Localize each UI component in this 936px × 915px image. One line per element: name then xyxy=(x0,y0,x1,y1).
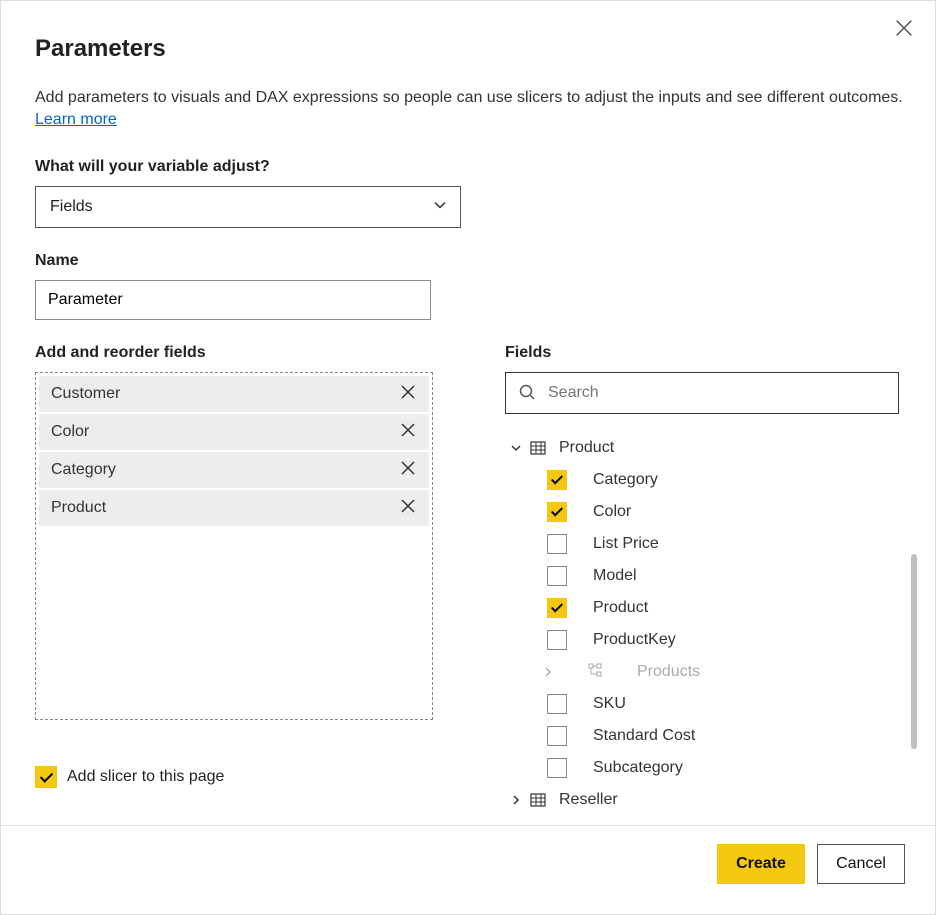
field-pill-label: Category xyxy=(51,461,116,479)
field-pill-label: Product xyxy=(51,499,106,517)
field-checkbox[interactable] xyxy=(547,630,567,650)
field-name: Category xyxy=(593,471,658,489)
adjust-select[interactable]: Fields xyxy=(35,186,461,228)
add-slicer-label: Add slicer to this page xyxy=(67,768,224,786)
table-name: Product xyxy=(559,439,614,457)
table-row[interactable]: Product xyxy=(505,432,899,464)
chevron-down-icon xyxy=(432,197,448,218)
dialog-footer: Create Cancel xyxy=(1,825,935,914)
field-checkbox[interactable] xyxy=(547,534,567,554)
name-input[interactable] xyxy=(35,280,431,320)
field-checkbox[interactable] xyxy=(547,598,567,618)
create-button[interactable]: Create xyxy=(717,844,805,884)
field-name: Model xyxy=(593,567,637,585)
remove-field-icon[interactable] xyxy=(399,421,417,444)
field-checkbox[interactable] xyxy=(547,470,567,490)
learn-more-link[interactable]: Learn more xyxy=(35,111,117,128)
field-name: Color xyxy=(593,503,631,521)
field-name: SKU xyxy=(593,695,626,713)
field-checkbox[interactable] xyxy=(547,694,567,714)
remove-field-icon[interactable] xyxy=(399,459,417,482)
field-checkbox[interactable] xyxy=(547,726,567,746)
field-checkbox[interactable] xyxy=(547,758,567,778)
field-name: Products xyxy=(637,663,700,681)
dialog-title: Parameters xyxy=(35,35,903,63)
fields-tree: Product Category Color List Price Model Produ… xyxy=(505,432,899,816)
field-name: List Price xyxy=(593,535,659,553)
selected-field-pill[interactable]: Customer xyxy=(39,376,429,412)
close-icon xyxy=(895,19,913,37)
field-pill-label: Color xyxy=(51,423,89,441)
fields-search-input[interactable] xyxy=(546,383,886,403)
field-checkbox[interactable] xyxy=(547,566,567,586)
table-icon xyxy=(529,439,547,457)
remove-field-icon[interactable] xyxy=(399,497,417,520)
field-row[interactable]: Subcategory xyxy=(505,752,899,784)
reorder-zone[interactable]: Customer Color Category Product xyxy=(35,372,433,720)
fields-title: Fields xyxy=(505,344,899,362)
remove-field-icon[interactable] xyxy=(399,383,417,406)
selected-field-pill[interactable]: Product xyxy=(39,490,429,526)
field-row: Products xyxy=(505,656,899,688)
adjust-label: What will your variable adjust? xyxy=(35,158,903,176)
field-row[interactable]: SKU xyxy=(505,688,899,720)
table-icon xyxy=(529,791,547,809)
field-checkbox[interactable] xyxy=(547,502,567,522)
field-name: Product xyxy=(593,599,648,617)
field-name: ProductKey xyxy=(593,631,676,649)
table-row[interactable]: Reseller xyxy=(505,784,899,816)
description-text: Add parameters to visuals and DAX expres… xyxy=(35,89,903,106)
fields-search[interactable] xyxy=(505,372,899,414)
add-slicer-checkbox[interactable] xyxy=(35,766,57,788)
search-icon xyxy=(518,383,536,404)
field-row[interactable]: Color xyxy=(505,496,899,528)
field-row[interactable]: Standard Cost xyxy=(505,720,899,752)
reorder-label: Add and reorder fields xyxy=(35,344,433,362)
selected-field-pill[interactable]: Category xyxy=(39,452,429,488)
chevron-down-icon[interactable] xyxy=(509,442,523,454)
field-name: Subcategory xyxy=(593,759,683,777)
cancel-button[interactable]: Cancel xyxy=(817,844,905,884)
scrollbar-thumb[interactable] xyxy=(911,554,917,749)
field-row[interactable]: List Price xyxy=(505,528,899,560)
adjust-select-value: Fields xyxy=(50,198,93,216)
table-name: Reseller xyxy=(559,791,618,809)
name-label: Name xyxy=(35,252,903,270)
hierarchy-icon xyxy=(587,665,603,682)
parameters-dialog: Parameters Add parameters to visuals and… xyxy=(0,0,936,915)
field-row[interactable]: Product xyxy=(505,592,899,624)
selected-field-pill[interactable]: Color xyxy=(39,414,429,450)
close-button[interactable] xyxy=(891,15,917,44)
chevron-right-icon[interactable] xyxy=(509,794,523,806)
field-row[interactable]: ProductKey xyxy=(505,624,899,656)
field-pill-label: Customer xyxy=(51,385,120,403)
field-row[interactable]: Category xyxy=(505,464,899,496)
field-name: Standard Cost xyxy=(593,727,695,745)
field-row[interactable]: Model xyxy=(505,560,899,592)
chevron-right-icon[interactable] xyxy=(541,666,555,678)
dialog-description: Add parameters to visuals and DAX expres… xyxy=(35,87,903,130)
